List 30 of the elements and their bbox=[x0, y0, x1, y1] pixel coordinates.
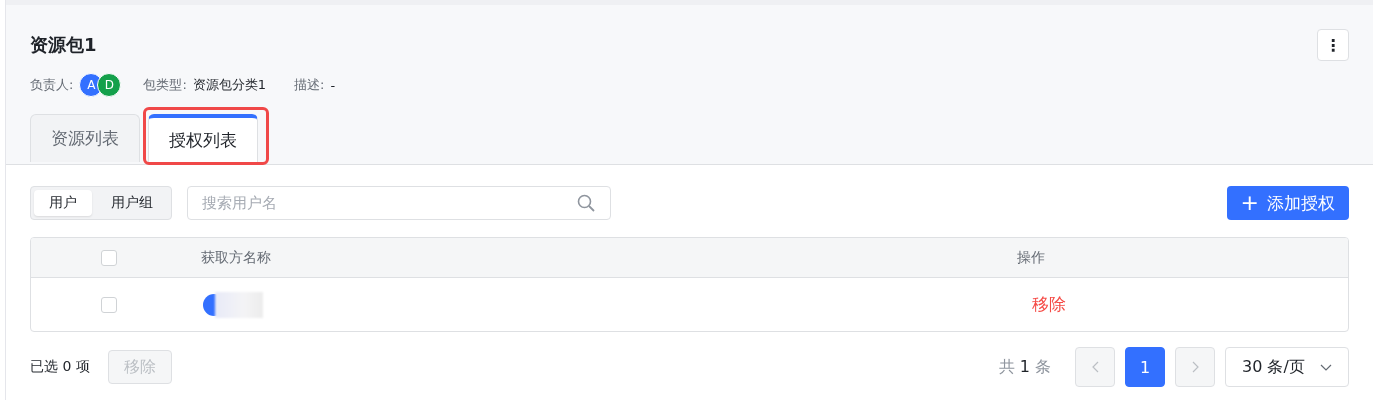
chevron-left-icon bbox=[1091, 361, 1099, 373]
total-count: 共 1 条 bbox=[998, 356, 1051, 378]
more-button[interactable]: ⋮ bbox=[1317, 29, 1349, 61]
tab[interactable]: 授权列表 bbox=[148, 114, 258, 162]
field-value: 资源包分类1 bbox=[192, 76, 267, 94]
chevron-right-icon bbox=[1191, 361, 1199, 373]
add-authorization-button[interactable]: + 添加授权 bbox=[1226, 186, 1349, 220]
search-icon bbox=[577, 194, 595, 212]
search-field[interactable]: 搜索用户名 bbox=[187, 186, 611, 220]
page-size-select[interactable]: 30 条/页 bbox=[1225, 347, 1349, 387]
next-page-button[interactable] bbox=[1175, 347, 1215, 387]
segment-option[interactable]: 用户 bbox=[34, 190, 92, 216]
remove-link[interactable]: 移除 bbox=[1032, 293, 1066, 316]
previous-page-button[interactable] bbox=[1075, 347, 1115, 387]
field-label: 包类型: bbox=[143, 76, 187, 94]
segment-option[interactable]: 用户组 bbox=[96, 190, 168, 216]
chevron-down-icon bbox=[1320, 363, 1332, 371]
field-label: 负责人: bbox=[30, 76, 74, 94]
blurred-name bbox=[215, 291, 263, 318]
tab[interactable]: 资源列表 bbox=[30, 114, 140, 162]
page-button[interactable]: 1 bbox=[1125, 347, 1165, 387]
column-header: 操作 bbox=[1017, 248, 1046, 267]
page-title: 资源包1 bbox=[30, 33, 97, 57]
checkbox[interactable] bbox=[101, 249, 117, 266]
selection-count: 已选 0 项 bbox=[30, 358, 90, 376]
avatar: D bbox=[97, 73, 122, 97]
checkbox[interactable] bbox=[101, 296, 117, 313]
field-label: 描述: bbox=[294, 76, 325, 94]
column-header: 获取方名称 bbox=[201, 248, 272, 267]
field-value: - bbox=[330, 77, 336, 93]
